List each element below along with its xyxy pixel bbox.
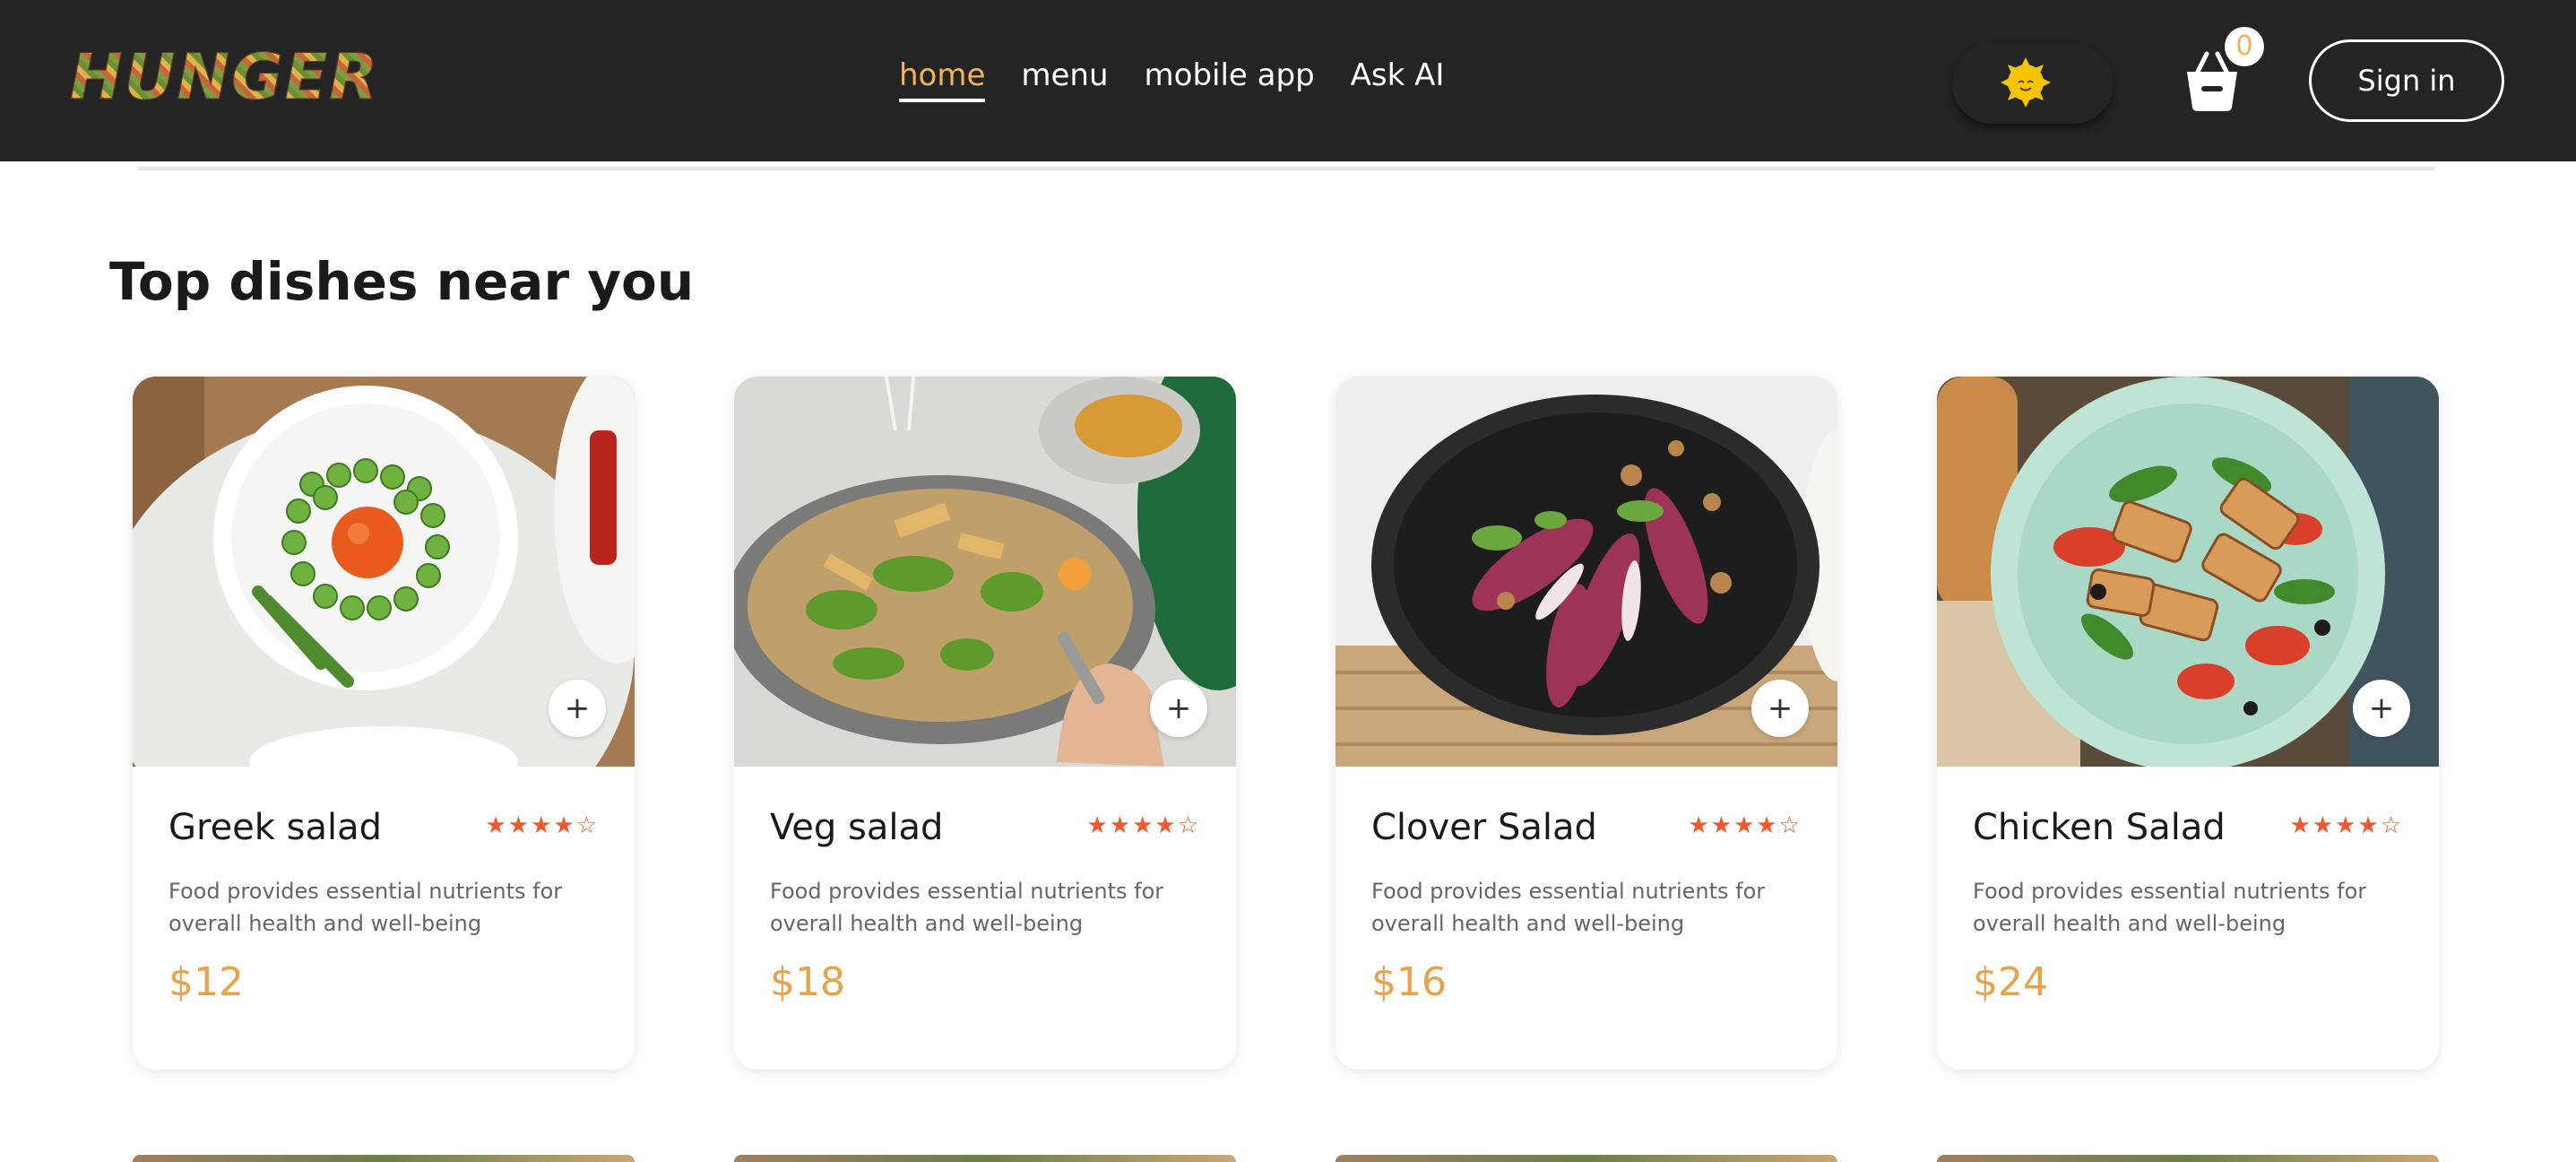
- section-title: Top dishes near you: [109, 251, 695, 312]
- star-empty-icon: ☆: [1778, 812, 1802, 839]
- main-nav: home menu mobile app Ask AI: [899, 56, 1444, 102]
- add-to-cart-button[interactable]: +: [1751, 680, 1809, 737]
- star-empty-icon: ☆: [575, 812, 599, 839]
- add-to-cart-button[interactable]: +: [549, 680, 606, 737]
- add-to-cart-button[interactable]: +: [2353, 680, 2410, 737]
- nav-ask-ai[interactable]: Ask AI: [1351, 56, 1445, 102]
- theme-toggle[interactable]: [1952, 43, 2114, 124]
- star-empty-icon: ☆: [2380, 812, 2403, 839]
- dish-price: $12: [169, 959, 244, 1005]
- dish-name: Veg salad: [770, 807, 944, 848]
- sign-in-button[interactable]: Sign in: [2309, 39, 2504, 122]
- dish-price: $24: [1973, 959, 2048, 1005]
- rating-stars: ★★★★☆: [1086, 812, 1200, 839]
- dish-name: Greek salad: [169, 807, 383, 848]
- dish-price: $18: [770, 959, 845, 1005]
- dish-card-partial: [133, 1155, 635, 1162]
- dish-name: Clover Salad: [1371, 807, 1597, 848]
- star-icon: ★★★★: [485, 812, 576, 839]
- dish-description: Food provides essential nutrients for ov…: [770, 879, 1164, 936]
- nav-menu[interactable]: menu: [1021, 56, 1108, 102]
- rating-stars: ★★★★☆: [2289, 812, 2403, 839]
- site-header: HUNGER home menu mobile app Ask AI 0 Sig…: [0, 0, 2576, 161]
- dish-card-partial: [1937, 1155, 2439, 1162]
- divider: [138, 167, 2434, 170]
- dish-card[interactable]: + Veg salad ★★★★☆ Food provides essentia…: [734, 377, 1236, 1070]
- rating-stars: ★★★★☆: [485, 812, 599, 839]
- dish-card-partial: [734, 1155, 1236, 1162]
- sun-icon: [2001, 57, 2051, 108]
- dish-price: $16: [1371, 959, 1447, 1005]
- dish-description: Food provides essential nutrients for ov…: [1973, 879, 2367, 936]
- dish-card[interactable]: + Clover Salad ★★★★☆ Food provides essen…: [1336, 377, 1837, 1070]
- star-empty-icon: ☆: [1177, 812, 1200, 839]
- logo[interactable]: HUNGER: [69, 45, 379, 110]
- rating-stars: ★★★★☆: [1688, 812, 1802, 839]
- dish-description: Food provides essential nutrients for ov…: [1371, 879, 1766, 936]
- nav-home[interactable]: home: [899, 56, 986, 102]
- add-to-cart-button[interactable]: +: [1150, 680, 1207, 737]
- dish-name: Chicken Salad: [1973, 807, 2226, 848]
- star-icon: ★★★★: [2289, 812, 2381, 839]
- dish-card[interactable]: + Greek salad ★★★★☆ Food provides essent…: [133, 377, 635, 1070]
- cart-count-badge: 0: [2225, 27, 2264, 66]
- star-icon: ★★★★: [1688, 812, 1779, 839]
- dish-card[interactable]: + Chicken Salad ★★★★☆ Food provides esse…: [1937, 377, 2439, 1070]
- nav-mobile-app[interactable]: mobile app: [1145, 56, 1315, 102]
- dish-description: Food provides essential nutrients for ov…: [169, 879, 563, 936]
- dish-card-partial: [1336, 1155, 1837, 1162]
- star-icon: ★★★★: [1086, 812, 1178, 839]
